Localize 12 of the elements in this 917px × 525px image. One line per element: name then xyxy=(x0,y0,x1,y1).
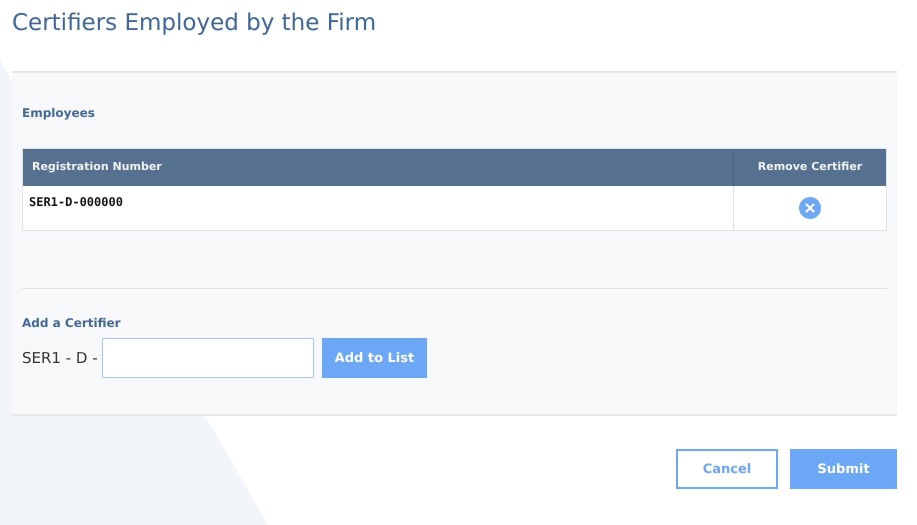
submit-button[interactable]: Submit xyxy=(790,449,897,489)
page-title: Certifiers Employed by the Firm xyxy=(12,10,378,36)
table-cell-text: SER1-D-000000 xyxy=(28,194,124,211)
input-field[interactable] xyxy=(102,338,314,378)
column-header: Remove Certifier xyxy=(733,149,886,186)
prefix-label: SER1 - D - xyxy=(22,349,98,367)
remove-icon[interactable] xyxy=(799,197,821,219)
section-label: Employees xyxy=(22,106,96,120)
column-header: Registration Number xyxy=(23,149,733,186)
cancel-button[interactable]: Cancel xyxy=(676,449,778,489)
add-button[interactable]: Add to List xyxy=(322,338,428,378)
section-label: Add a Certifier xyxy=(22,316,122,330)
